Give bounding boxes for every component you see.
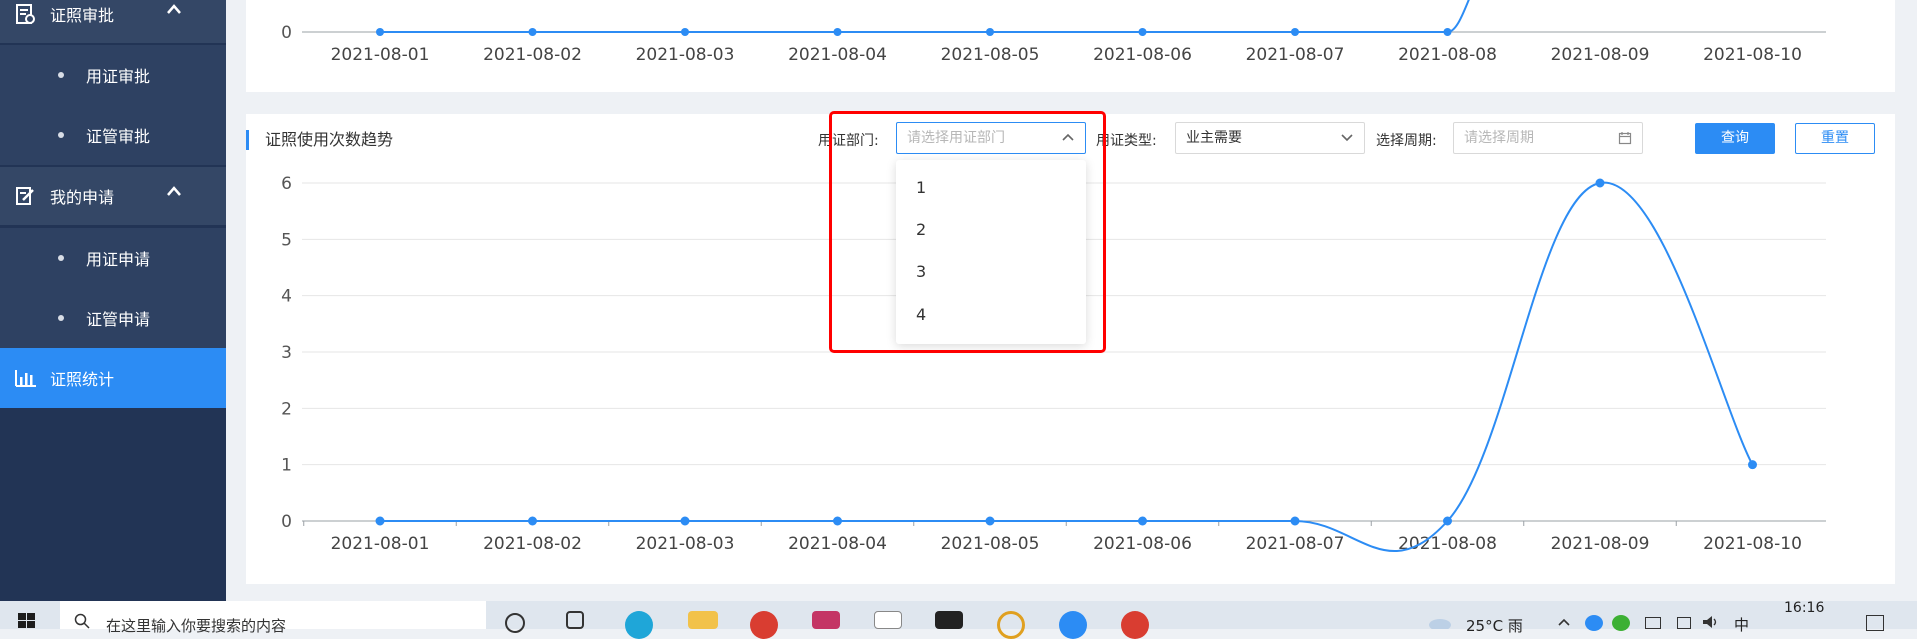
top-chart-panel: 0 2021-08-01 2021-08-02 2021-08-03 2021-08-0… — [246, 0, 1895, 92]
bullet-icon — [58, 255, 64, 261]
volume-icon[interactable] — [1702, 615, 1720, 629]
y-tick-label: 0 — [281, 23, 292, 43]
monitor-icon[interactable] — [1645, 617, 1661, 629]
clock-time[interactable]: 16:16 — [1784, 600, 1824, 616]
x-tick-label: 2021-08-03 — [636, 534, 735, 554]
y-tick-label: 1 — [281, 456, 292, 476]
y-tick-label: 4 — [281, 287, 292, 307]
typora-icon[interactable] — [874, 611, 902, 629]
data-point — [528, 28, 537, 36]
sidebar-item-label: 证管审批 — [86, 127, 151, 146]
y-tick-label: 3 — [281, 343, 292, 363]
data-point — [1748, 460, 1757, 470]
edit-document-icon — [16, 187, 34, 205]
x-tick-label: 2021-08-04 — [788, 45, 887, 65]
windows-taskbar: 在这里输入你要搜索的内容 25°C 雨 中 16:16 — [0, 600, 1917, 639]
series-line — [380, 0, 1470, 33]
sidebar-item-label: 证照统计 — [50, 370, 115, 389]
x-tick-label: 2021-08-09 — [1551, 534, 1650, 554]
chevron-up-icon — [167, 186, 181, 196]
task-view-icon[interactable] — [566, 611, 584, 629]
sidebar-item-label: 证管申请 — [86, 310, 151, 329]
bar-chart-icon — [15, 370, 36, 387]
chrome-browser-icon[interactable] — [750, 611, 778, 639]
x-tick-label: 2021-08-01 — [331, 45, 430, 65]
document-check-icon — [16, 4, 35, 24]
taskbar-search-box[interactable]: 在这里输入你要搜索的内容 — [60, 601, 486, 635]
chevron-up-icon[interactable] — [1558, 617, 1570, 627]
x-tick-label: 2021-08-07 — [1246, 45, 1345, 65]
send-app-icon[interactable] — [1059, 611, 1087, 639]
network-icon[interactable] — [1677, 617, 1691, 629]
sidebar-item-cert-manage-approval[interactable]: 证管审批 — [0, 105, 226, 165]
highlight-box — [829, 111, 1106, 353]
sidebar-group-label: 我的申请 — [50, 188, 115, 207]
data-point — [986, 28, 994, 36]
chevron-up-icon — [167, 4, 181, 14]
data-point — [985, 516, 995, 526]
chrome-browser-icon-2[interactable] — [1121, 611, 1149, 639]
data-point — [833, 28, 842, 36]
data-point — [1290, 516, 1300, 526]
x-tick-label: 2021-08-02 — [483, 534, 582, 554]
intellij-idea-icon[interactable] — [812, 611, 840, 629]
x-tick-label: 2021-08-02 — [483, 45, 582, 65]
sidebar-group-my-applications[interactable]: 我的申请 — [0, 167, 226, 225]
x-tick-label: 2021-08-03 — [636, 45, 735, 65]
data-point — [1443, 516, 1452, 526]
sidebar-item-cert-use-approval[interactable]: 用证审批 — [0, 45, 226, 105]
taskbar-search-placeholder: 在这里输入你要搜索的内容 — [106, 617, 287, 635]
sidebar-item-cert-use-application[interactable]: 用证申请 — [0, 228, 226, 288]
data-point — [681, 28, 689, 36]
data-point — [1138, 516, 1147, 526]
data-point — [1291, 28, 1299, 36]
x-tick-label: 2021-08-09 — [1551, 45, 1650, 65]
sidebar-item-label: 用证审批 — [86, 67, 151, 86]
data-point — [1595, 178, 1605, 188]
data-point — [833, 516, 842, 526]
top-line-chart: 0 2021-08-01 2021-08-02 2021-08-03 2021-08-0… — [281, 0, 1826, 65]
data-point — [1138, 28, 1147, 36]
bullet-icon — [58, 132, 64, 138]
bullet-icon — [58, 72, 64, 78]
data-point — [680, 516, 690, 526]
x-tick-label: 2021-08-08 — [1398, 45, 1497, 65]
weather-text: 25°C 雨 — [1466, 617, 1523, 635]
y-tick-label: 2 — [281, 399, 292, 419]
x-tick-label: 2021-08-08 — [1398, 534, 1497, 554]
data-point — [375, 516, 385, 526]
bullet-icon — [58, 315, 64, 321]
ime-indicator[interactable]: 中 — [1734, 614, 1749, 635]
file-explorer-icon[interactable] — [688, 611, 718, 629]
x-tick-label: 2021-08-05 — [941, 534, 1040, 554]
data-point — [528, 516, 537, 526]
sidebar-item-cert-manage-application[interactable]: 证管申请 — [0, 288, 226, 348]
weather-cloud-icon — [1429, 619, 1451, 629]
y-tick-label: 5 — [281, 230, 292, 250]
x-tick-label: 2021-08-10 — [1703, 45, 1802, 65]
x-tick-label: 2021-08-04 — [788, 534, 887, 554]
x-tick-label: 2021-08-06 — [1093, 45, 1192, 65]
sidebar-item-label: 用证申请 — [86, 250, 151, 269]
terminal-icon[interactable] — [935, 611, 963, 629]
search-icon — [74, 613, 90, 629]
x-tick-label: 2021-08-06 — [1093, 534, 1192, 554]
edge-browser-icon[interactable] — [625, 611, 653, 639]
app-rings-icon[interactable] — [997, 611, 1025, 639]
sidebar-item-cert-statistics[interactable]: 证照统计 — [0, 348, 226, 408]
data-point — [376, 28, 384, 36]
windows-start-icon[interactable] — [18, 613, 36, 629]
cortana-icon[interactable] — [505, 613, 525, 633]
data-point — [1443, 28, 1452, 36]
sidebar-group-label: 证照审批 — [50, 6, 115, 25]
x-tick-label: 2021-08-05 — [941, 45, 1040, 65]
y-tick-label: 6 — [281, 174, 292, 194]
sidebar-group-approval[interactable]: 证照审批 — [0, 0, 226, 43]
sidebar: 证照审批 用证审批 证管审批 我的申请 用证申请 证管申请 证照统计 — [0, 0, 226, 601]
y-tick-label: 0 — [281, 512, 292, 532]
x-tick-label: 2021-08-10 — [1703, 534, 1802, 554]
x-tick-label: 2021-08-07 — [1246, 534, 1345, 554]
x-tick-label: 2021-08-01 — [331, 534, 430, 554]
